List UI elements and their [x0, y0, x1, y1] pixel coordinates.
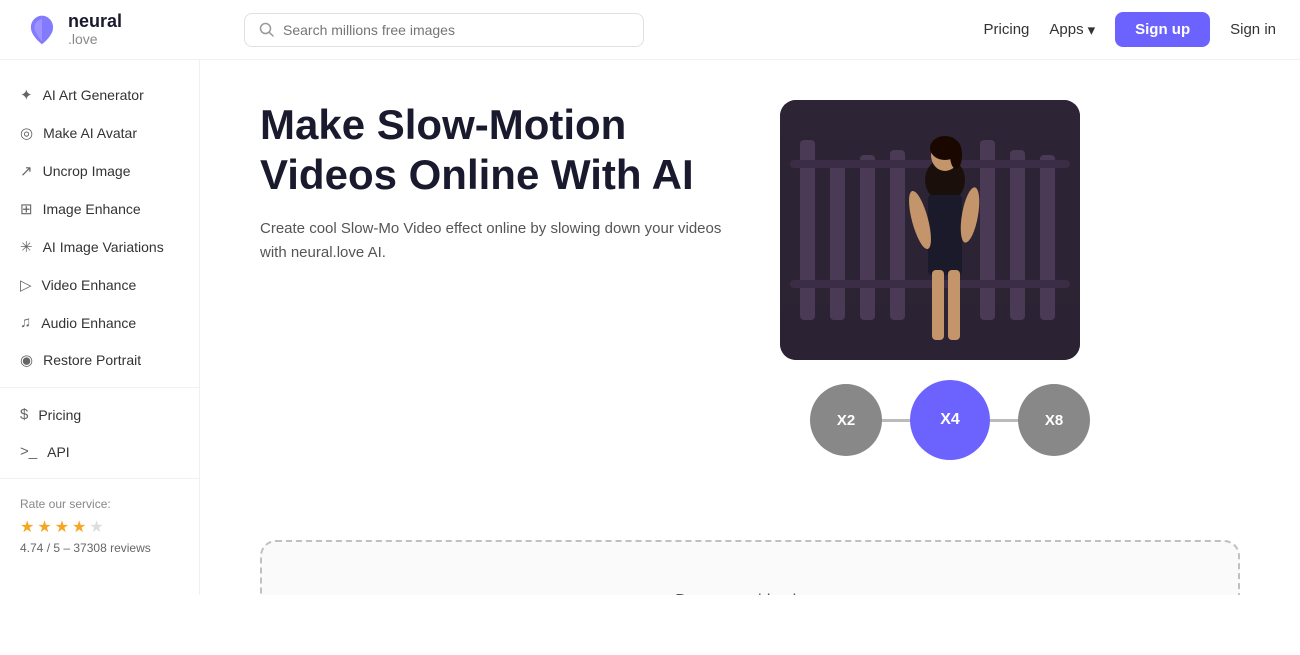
api-label: API	[47, 444, 70, 460]
hero-image	[780, 100, 1080, 360]
logo-icon	[24, 12, 60, 48]
image-enhance-icon: ⊞	[20, 200, 33, 218]
sidebar-item-audio-enhance[interactable]: ♫ Audio Enhance	[0, 304, 199, 341]
sidebar-item-restore-portrait[interactable]: ◉ Restore Portrait	[0, 341, 199, 379]
pricing-icon: $	[20, 406, 28, 423]
header-nav: Pricing Apps ▾ Sign up Sign in	[984, 12, 1276, 47]
apps-nav-button[interactable]: Apps ▾	[1049, 21, 1095, 39]
hero-section: Make Slow-Motion Videos Online With AI C…	[260, 100, 1240, 460]
sidebar-divider	[0, 387, 199, 388]
sidebar-divider-2	[0, 478, 199, 479]
ai-art-generator-label: AI Art Generator	[43, 87, 144, 103]
sidebar-item-ai-image-variations[interactable]: ✳ AI Image Variations	[0, 228, 199, 266]
video-enhance-icon: ▷	[20, 276, 32, 294]
sidebar-item-uncrop-image[interactable]: ↗ Uncrop Image	[0, 152, 199, 190]
speed-x4-button[interactable]: X4	[910, 380, 990, 460]
hero-description: Create cool Slow-Mo Video effect online …	[260, 217, 740, 265]
make-ai-avatar-label: Make AI Avatar	[43, 125, 137, 141]
sidebar-item-video-enhance[interactable]: ▷ Video Enhance	[0, 266, 199, 304]
sidebar-item-make-ai-avatar[interactable]: ◎ Make AI Avatar	[0, 114, 199, 152]
upload-section: Drop your video here Upload video	[260, 540, 1240, 595]
stars-container: ★★★★★	[20, 517, 179, 537]
restore-portrait-label: Restore Portrait	[43, 352, 141, 368]
speed-x2-button[interactable]: X2	[810, 384, 882, 456]
pricing-nav-link[interactable]: Pricing	[984, 21, 1030, 38]
star-4: ★	[72, 517, 86, 537]
sidebar-item-image-enhance[interactable]: ⊞ Image Enhance	[0, 190, 199, 228]
speed-selector: X2 X4 X8	[780, 380, 1120, 460]
uncrop-image-icon: ↗	[20, 162, 33, 180]
main-content: Make Slow-Motion Videos Online With AI C…	[200, 60, 1300, 595]
search-bar[interactable]	[244, 13, 644, 47]
hero-text: Make Slow-Motion Videos Online With AI C…	[260, 100, 740, 295]
star-3: ★	[55, 517, 69, 537]
search-icon	[259, 22, 275, 38]
sidebar: ✦ AI Art Generator ◎ Make AI Avatar ↗ Uncrop …	[0, 60, 200, 595]
pricing-label: Pricing	[38, 407, 81, 423]
star-5: ★	[89, 517, 103, 537]
hero-image-container: X2 X4 X8	[780, 100, 1120, 460]
rate-label: Rate our service:	[20, 497, 179, 511]
hero-visual: X2 X4 X8	[780, 100, 1120, 460]
audio-enhance-icon: ♫	[20, 314, 31, 331]
logo[interactable]: neural .love	[24, 12, 224, 48]
ai-art-generator-icon: ✦	[20, 86, 33, 104]
main-layout: ✦ AI Art Generator ◎ Make AI Avatar ↗ Uncrop …	[0, 60, 1300, 595]
ai-image-variations-icon: ✳	[20, 238, 33, 256]
image-enhance-label: Image Enhance	[43, 201, 141, 217]
sidebar-item-pricing[interactable]: $ Pricing	[0, 396, 199, 433]
hero-title: Make Slow-Motion Videos Online With AI	[260, 100, 740, 201]
speed-connector-1	[882, 419, 910, 422]
search-input[interactable]	[283, 22, 629, 38]
star-1: ★	[20, 517, 34, 537]
api-icon: >_	[20, 443, 37, 460]
speed-x8-button[interactable]: X8	[1018, 384, 1090, 456]
rating-text: 4.74 / 5 – 37308 reviews	[20, 541, 179, 555]
header: neural .love Pricing Apps ▾ Sign up Sign…	[0, 0, 1300, 60]
apps-chevron-icon: ▾	[1088, 21, 1096, 39]
logo-tld: .love	[68, 32, 122, 47]
video-enhance-label: Video Enhance	[42, 277, 137, 293]
star-2: ★	[37, 517, 51, 537]
uncrop-image-label: Uncrop Image	[43, 163, 131, 179]
signup-button[interactable]: Sign up	[1115, 12, 1210, 47]
restore-portrait-icon: ◉	[20, 351, 33, 369]
logo-name: neural	[68, 12, 122, 32]
sidebar-item-ai-art-generator[interactable]: ✦ AI Art Generator	[0, 76, 199, 114]
signin-button[interactable]: Sign in	[1230, 21, 1276, 38]
ai-image-variations-label: AI Image Variations	[43, 239, 164, 255]
upload-area: Drop your video here Upload video	[260, 540, 1240, 595]
audio-enhance-label: Audio Enhance	[41, 315, 136, 331]
make-ai-avatar-icon: ◎	[20, 124, 33, 142]
apps-label: Apps	[1049, 21, 1083, 38]
sidebar-bottom: Rate our service: ★★★★★ 4.74 / 5 – 37308…	[0, 487, 199, 565]
speed-connector-2	[990, 419, 1018, 422]
sidebar-item-api[interactable]: >_ API	[0, 433, 199, 470]
